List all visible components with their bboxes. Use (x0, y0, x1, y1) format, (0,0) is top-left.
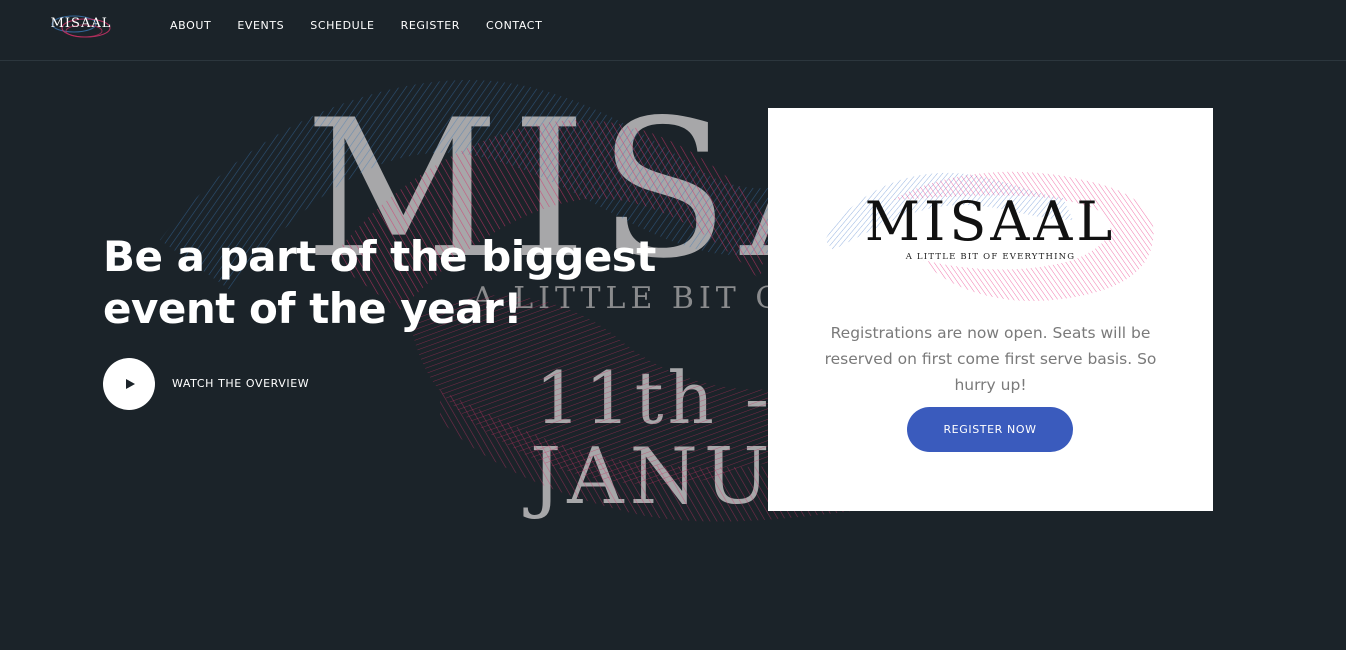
nav-about[interactable]: ABOUT (170, 0, 211, 52)
card-logo: MISAAL A LITTLE BIT OF EVERYTHING (823, 160, 1158, 310)
play-video-button[interactable] (103, 358, 155, 410)
hero-title-line1: Be a part of the biggest (103, 232, 656, 281)
nav-register[interactable]: REGISTER (401, 0, 460, 52)
play-icon (125, 379, 135, 389)
watch-overview-link[interactable]: WATCH THE OVERVIEW (172, 377, 309, 390)
register-now-button[interactable]: REGISTER NOW (907, 407, 1073, 452)
logo-text: MISAAL (50, 16, 112, 31)
hero-title: Be a part of the biggest event of the ye… (103, 231, 663, 335)
nav-contact[interactable]: CONTACT (486, 0, 542, 52)
page: MISAAL A LITTLE BIT OF E 11th - JANUARY … (0, 0, 1346, 650)
card-logo-title: MISAAL (864, 190, 1117, 253)
top-navbar: MISAAL ABOUT EVENTS SCHEDULE REGISTER CO… (0, 0, 1346, 61)
site-logo[interactable]: MISAAL (48, 10, 114, 44)
registration-card: MISAAL A LITTLE BIT OF EVERYTHING Regist… (768, 108, 1213, 511)
card-logo-tagline: A LITTLE BIT OF EVERYTHING (905, 252, 1076, 262)
registration-message: Registrations are now open. Seats will b… (824, 323, 1157, 394)
nav-schedule[interactable]: SCHEDULE (310, 0, 374, 52)
main-nav: ABOUT EVENTS SCHEDULE REGISTER CONTACT (170, 0, 568, 52)
nav-events[interactable]: EVENTS (237, 0, 284, 52)
hero-title-line2: event of the year! (103, 284, 522, 333)
